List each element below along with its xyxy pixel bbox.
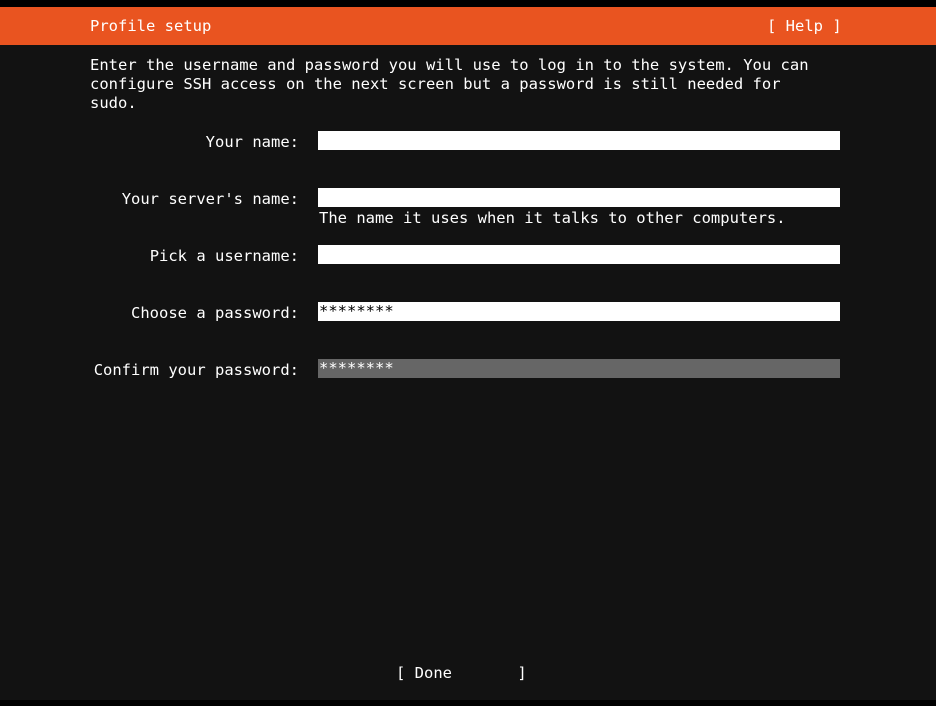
confirm-password-label: Confirm your password: (93, 361, 299, 379)
header-bar: Profile setup [ Help ] (0, 7, 936, 45)
confirm-password-value: ******** (319, 359, 394, 377)
done-button[interactable]: [ Done ] (396, 664, 527, 683)
server-name-hint: The name it uses when it talks to other … (319, 209, 786, 227)
your-name-label: Your name: (205, 133, 299, 151)
intro-line: Enter the username and password you will… (90, 56, 809, 74)
username-field[interactable] (318, 245, 840, 264)
password-label: Choose a password: (131, 304, 299, 322)
bottom-border (0, 700, 936, 706)
installer-screen: Profile setup [ Help ] Enter the usernam… (0, 7, 936, 700)
intro-line: sudo. (90, 94, 137, 112)
intro-text: Enter the username and password you will… (90, 56, 850, 113)
intro-line: configure SSH access on the next screen … (90, 75, 781, 93)
server-name-field[interactable] (318, 188, 840, 207)
page-title: Profile setup (90, 17, 212, 35)
your-name-field[interactable] (318, 131, 840, 150)
password-field[interactable]: ******** (318, 302, 840, 321)
help-button[interactable]: [ Help ] (767, 17, 842, 36)
username-label: Pick a username: (149, 247, 299, 265)
confirm-password-field[interactable]: ******** (318, 359, 840, 378)
server-name-label: Your server's name: (121, 190, 299, 208)
